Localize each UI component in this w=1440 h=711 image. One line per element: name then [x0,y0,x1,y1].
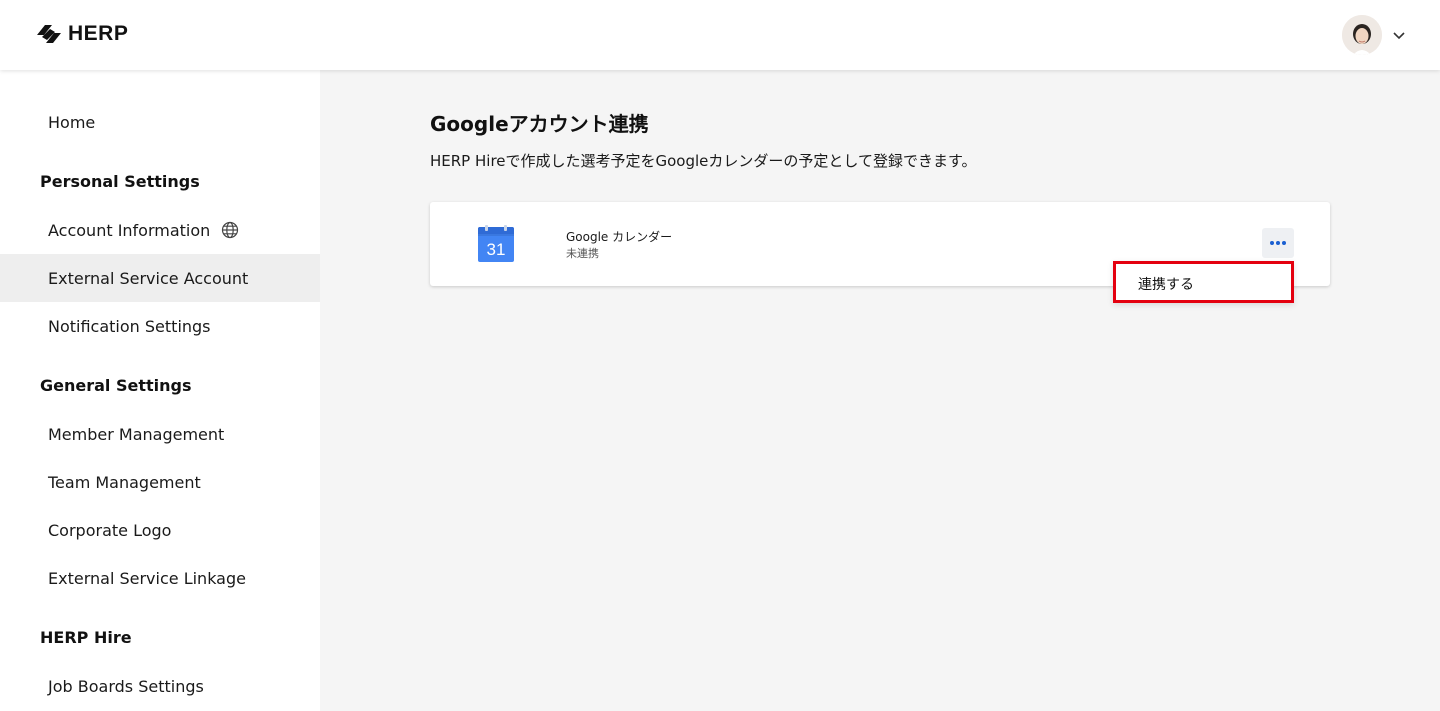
chevron-down-icon[interactable] [1392,28,1406,42]
sidebar-item-label: Notification Settings [48,316,211,336]
calendar-day-number: 31 [487,240,506,259]
service-name: Google カレンダー [566,230,673,244]
google-calendar-icon: 31 [478,225,514,262]
avatar[interactable] [1342,15,1382,55]
sidebar-item-label: Team Management [48,472,201,492]
more-options-button[interactable] [1262,228,1294,258]
sidebar-item-external-service-linkage[interactable]: External Service Linkage [0,554,320,602]
sidebar-item-notification-settings[interactable]: Notification Settings [0,302,320,350]
sidebar-item-account-information[interactable]: Account Information [0,206,320,254]
logo-text: HERP [68,22,129,45]
user-menu[interactable] [1342,15,1406,55]
sidebar-item-label: Account Information [48,220,211,240]
sidebar-item-label: External Service Account [48,268,249,288]
sidebar-item-label: Corporate Logo [48,520,172,540]
connect-menu-item[interactable]: 連携する [1138,274,1194,294]
sidebar-item-label: Job Boards Settings [48,676,204,696]
page-title: Googleアカウント連携 [430,112,649,136]
herp-logo-icon [37,25,61,43]
herp-logo[interactable]: HERP [36,22,128,46]
sidebar-item-member-management[interactable]: Member Management [0,410,320,458]
more-dots-icon [1270,241,1286,245]
service-status: 未連携 [566,247,599,260]
top-bar: HERP [0,0,1440,70]
sidebar-item-corporate-logo[interactable]: Corporate Logo [0,506,320,554]
sidebar-item-external-service-account[interactable]: External Service Account [0,254,320,302]
globe-icon [222,221,239,239]
sidebar-item-home[interactable]: Home [0,98,320,146]
section-heading-personal-settings: Personal Settings [40,172,200,191]
options-dropdown: 連携する [1113,261,1294,303]
sidebar: Home Personal Settings Account Informati… [0,70,320,711]
section-heading-herp-hire: HERP Hire [40,628,132,647]
sidebar-item-label: Member Management [48,424,225,444]
sidebar-item-label: Home [48,112,96,132]
section-heading-general-settings: General Settings [40,376,192,395]
page-description: HERP Hireで作成した選考予定をGoogleカレンダーの予定として登録でき… [430,152,977,170]
sidebar-item-job-boards-settings[interactable]: Job Boards Settings [0,662,320,710]
sidebar-item-label: External Service Linkage [48,568,246,588]
sidebar-item-team-management[interactable]: Team Management [0,458,320,506]
